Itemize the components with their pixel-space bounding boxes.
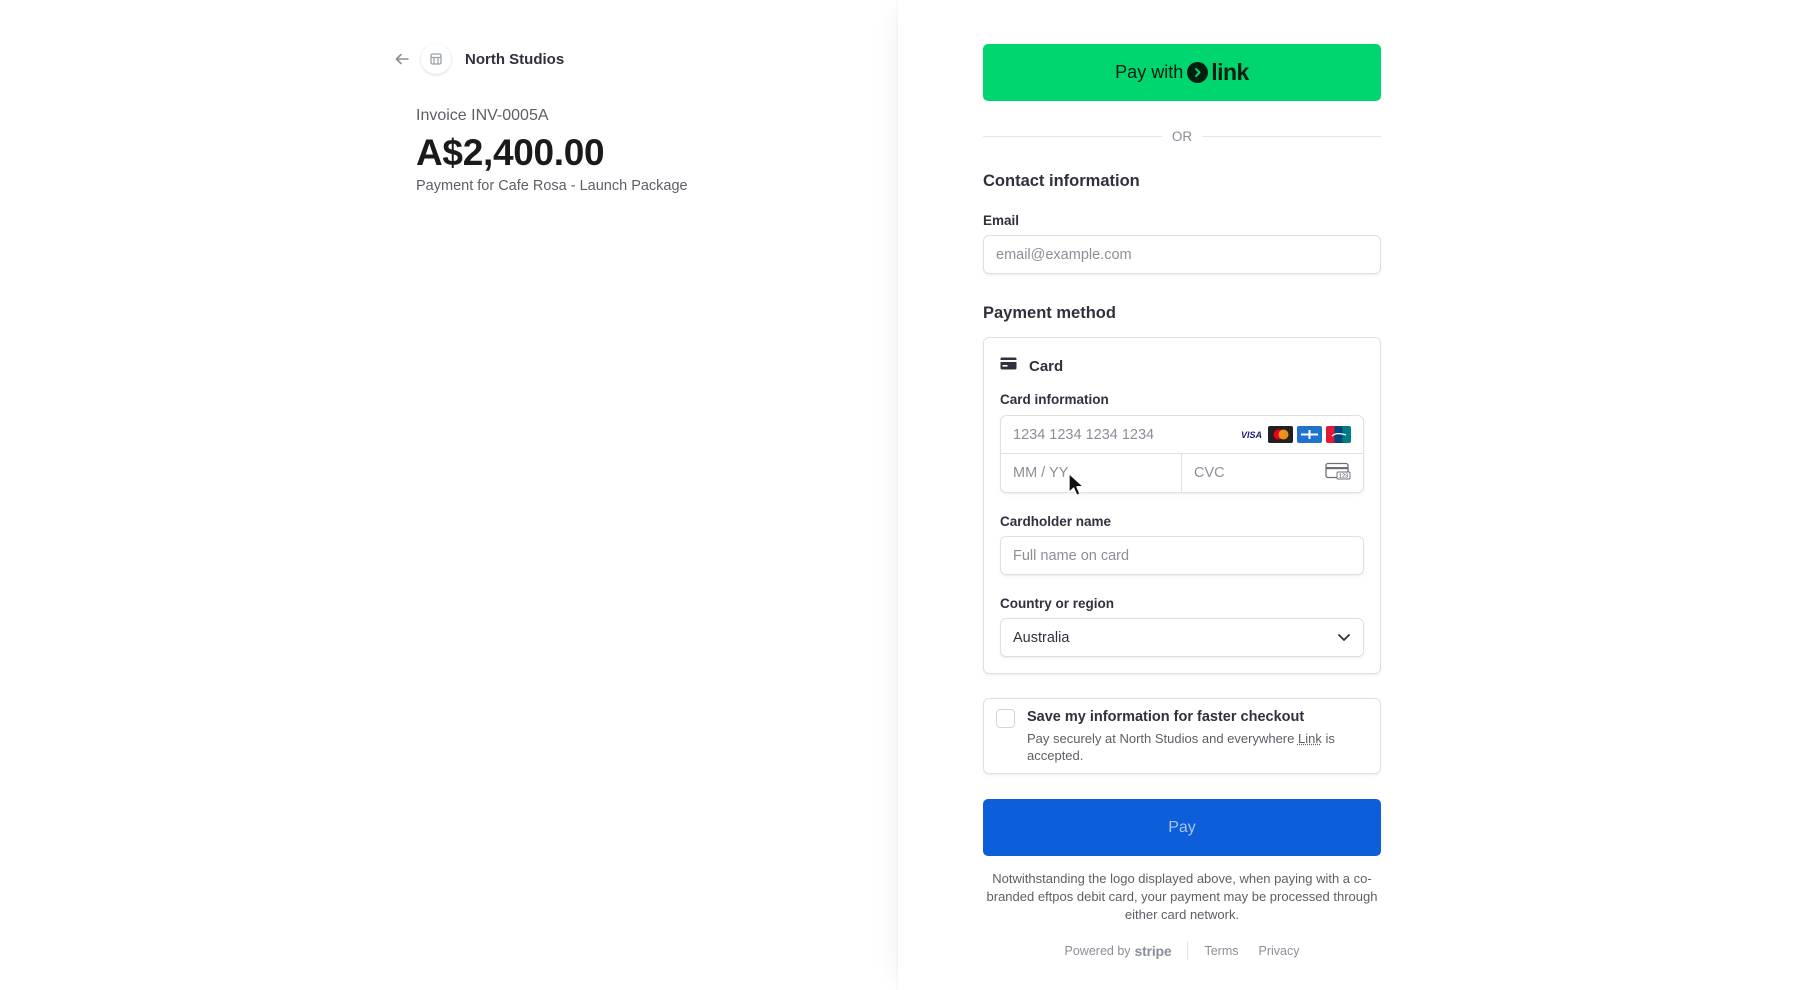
- checkout-form: Pay with link OR Contact information Ema…: [983, 44, 1381, 960]
- divider-line: [1202, 135, 1381, 137]
- card-brands: VISA: [1239, 426, 1351, 443]
- link-chevron-icon: [1187, 62, 1209, 83]
- pay-button[interactable]: Pay: [983, 799, 1381, 856]
- save-info-text: Save my information for faster checkout …: [1027, 709, 1366, 764]
- powered-by-label: Powered by: [1064, 944, 1131, 958]
- card-info-group: 1234 1234 1234 1234 VISA MM / YY CVC 123: [1000, 415, 1364, 493]
- cardholder-placeholder: Full name on card: [1013, 547, 1130, 564]
- merchant-name: North Studios: [465, 50, 565, 68]
- email-label: Email: [983, 213, 1020, 228]
- country-select[interactable]: Australia: [1000, 618, 1364, 657]
- link-brand-text: link: [1211, 59, 1249, 85]
- pay-with-label: Pay with: [1115, 62, 1184, 82]
- invoice-number: Invoice INV-0005A: [416, 107, 549, 124]
- cvc-card-icon: 123: [1325, 462, 1351, 484]
- save-info-checkbox[interactable]: [996, 709, 1015, 728]
- save-info-panel: Save my information for faster checkout …: [983, 698, 1381, 774]
- country-label: Country or region: [1000, 596, 1114, 611]
- expiry-field[interactable]: MM / YY: [1001, 454, 1182, 492]
- card-number-field[interactable]: 1234 1234 1234 1234 VISA: [1001, 416, 1363, 454]
- pay-with-link-button[interactable]: Pay with link: [983, 44, 1381, 101]
- country-value: Australia: [1013, 629, 1070, 646]
- unionpay-icon: [1326, 426, 1351, 443]
- or-text: OR: [1171, 128, 1193, 144]
- arrow-left-icon[interactable]: [393, 50, 411, 68]
- invoice-amount: A$2,400.00: [416, 132, 605, 173]
- card-payment-panel: Card Card information 1234 1234 1234 123…: [983, 337, 1381, 674]
- terms-link[interactable]: Terms: [1204, 944, 1238, 958]
- save-info-title: Save my information for faster checkout: [1027, 709, 1305, 725]
- save-info-description: Pay securely at North Studios and everyw…: [1027, 730, 1366, 764]
- email-placeholder: email@example.com: [996, 246, 1132, 263]
- divider-line: [983, 135, 1162, 137]
- svg-text:123: 123: [1339, 474, 1348, 480]
- visa-icon: VISA: [1239, 426, 1264, 443]
- or-divider: OR: [983, 128, 1381, 144]
- save-info-desc-prefix: Pay securely at North Studios and everyw…: [1027, 731, 1298, 746]
- stripe-logo: stripe: [1134, 943, 1172, 959]
- contact-info-title: Contact information: [983, 172, 1140, 190]
- cardholder-name-field[interactable]: Full name on card: [1000, 536, 1364, 575]
- privacy-link[interactable]: Privacy: [1259, 944, 1300, 958]
- credit-card-icon: [1000, 357, 1017, 375]
- eftpos-notice: Notwithstanding the logo displayed above…: [986, 871, 1378, 922]
- merchant-header: North Studios: [393, 44, 564, 74]
- card-tab[interactable]: Card: [1000, 354, 1364, 378]
- order-summary-pane: North Studios Invoice INV-0005A A$2,400.…: [0, 0, 898, 990]
- link-info-link[interactable]: Link: [1298, 731, 1322, 746]
- expiry-placeholder: MM / YY: [1013, 465, 1069, 481]
- amex-icon: [1297, 426, 1322, 443]
- cvc-field[interactable]: CVC 123: [1182, 454, 1363, 492]
- store-icon: [421, 44, 451, 74]
- payment-method-title: Payment method: [983, 304, 1116, 322]
- cvc-placeholder: CVC: [1194, 465, 1225, 481]
- card-number-placeholder: 1234 1234 1234 1234: [1013, 426, 1155, 443]
- footer: Powered by stripe Terms Privacy: [983, 942, 1381, 960]
- email-field[interactable]: email@example.com: [983, 235, 1381, 274]
- card-tab-label: Card: [1029, 357, 1064, 375]
- chevron-down-icon: [1337, 630, 1351, 646]
- footer-separator: [1187, 942, 1189, 960]
- mastercard-icon: [1268, 426, 1293, 443]
- link-logo: link: [1187, 59, 1249, 86]
- card-info-label: Card information: [1000, 392, 1109, 407]
- cardholder-label: Cardholder name: [1000, 514, 1112, 529]
- card-expiry-cvc-row: MM / YY CVC 123: [1001, 454, 1363, 492]
- powered-by-stripe[interactable]: Powered by stripe: [1065, 943, 1172, 959]
- invoice-description: Payment for Cafe Rosa - Launch Package: [416, 178, 688, 194]
